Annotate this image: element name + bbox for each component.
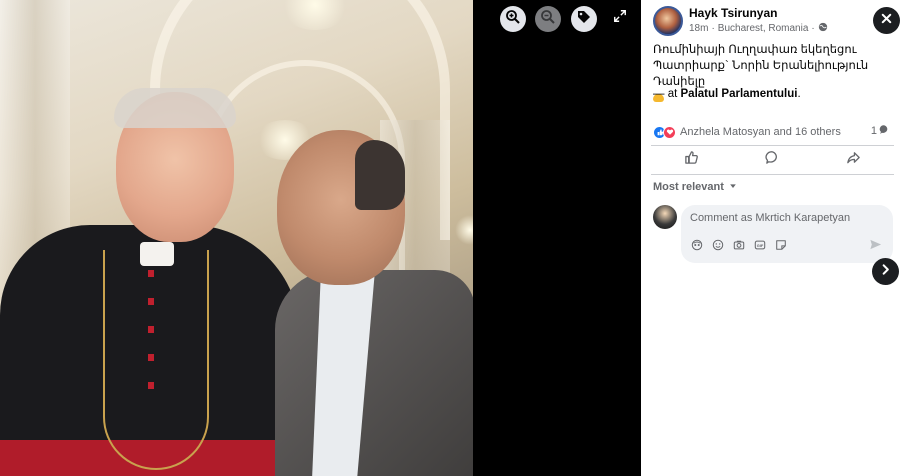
comment-icon <box>765 150 780 170</box>
meta-separator: · <box>811 23 815 34</box>
sort-label: Most relevant <box>653 181 724 193</box>
comment-count-value: 1 <box>870 125 877 137</box>
send-icon[interactable] <box>869 238 883 252</box>
gold-chain <box>103 250 209 470</box>
camera-icon[interactable] <box>732 238 746 252</box>
like-icon <box>684 150 699 170</box>
person-right <box>255 120 473 476</box>
photo-viewer <box>0 0 641 476</box>
caption-text: Ռումինիայի Ուղղափառ եկեղեցու Պատրիարք` Ն… <box>653 44 869 88</box>
post-location: Bucharest, Romania <box>717 23 809 34</box>
meta-separator: · <box>711 23 715 34</box>
comment-input[interactable] <box>690 212 885 224</box>
post-time[interactable]: 18m <box>689 23 708 34</box>
at-prefix: — at <box>653 88 678 100</box>
sticker-icon[interactable] <box>774 238 788 252</box>
zoom-out-button[interactable] <box>535 6 561 32</box>
cassock-buttons <box>148 270 154 410</box>
close-icon <box>880 12 893 30</box>
post-actions <box>651 147 894 173</box>
place-suffix: . <box>797 88 801 100</box>
tag-button[interactable] <box>571 6 597 32</box>
chevron-right-icon <box>879 263 892 281</box>
author-avatar[interactable] <box>653 6 683 36</box>
hair-right <box>355 140 405 210</box>
like-button[interactable] <box>662 148 722 172</box>
svg-text:GIF: GIF <box>757 243 764 248</box>
globe-icon <box>818 22 828 35</box>
divider <box>651 174 894 175</box>
current-user-avatar <box>653 205 677 229</box>
grey-jacket <box>275 270 473 476</box>
post-meta: 18m · Bucharest, Romania · <box>689 22 828 35</box>
comment-tools: GIF <box>690 238 788 252</box>
fullscreen-button[interactable] <box>610 8 630 28</box>
close-button[interactable] <box>873 7 900 34</box>
divider <box>651 145 894 146</box>
post-photo[interactable] <box>0 0 473 476</box>
zoom-out-icon <box>540 9 556 30</box>
comment-count[interactable]: 1 <box>871 124 890 138</box>
hair-left <box>114 88 236 128</box>
fullscreen-icon <box>613 9 627 28</box>
comment-bubble-icon <box>879 124 890 138</box>
love-reaction-icon <box>663 125 676 139</box>
caret-down-icon <box>729 181 737 193</box>
avatar-sticker-icon[interactable] <box>690 238 704 252</box>
place-link[interactable]: Palatul Parlamentului <box>681 88 798 100</box>
gif-icon[interactable]: GIF <box>753 238 767 252</box>
zoom-in-icon <box>505 9 521 30</box>
author-name[interactable]: Hayk Tsirunyan <box>689 6 777 20</box>
zoom-in-button[interactable] <box>500 6 526 32</box>
comment-sort-dropdown[interactable]: Most relevant <box>653 181 737 193</box>
tag-icon <box>576 9 592 30</box>
emoji-icon[interactable] <box>711 238 725 252</box>
reactions-summary[interactable]: Anzhela Matosyan and 16 others <box>653 124 889 140</box>
next-photo-button[interactable] <box>872 258 899 285</box>
comment-button[interactable] <box>743 148 803 172</box>
post-details-panel: Hayk Tsirunyan 18m · Bucharest, Romania … <box>641 0 900 476</box>
comment-composer[interactable]: GIF <box>681 205 893 263</box>
share-icon <box>846 150 861 170</box>
share-button[interactable] <box>824 148 884 172</box>
checkin-line: — at Palatul Parlamentului. <box>653 88 801 100</box>
reactions-text[interactable]: Anzhela Matosyan and 16 others <box>680 126 841 138</box>
